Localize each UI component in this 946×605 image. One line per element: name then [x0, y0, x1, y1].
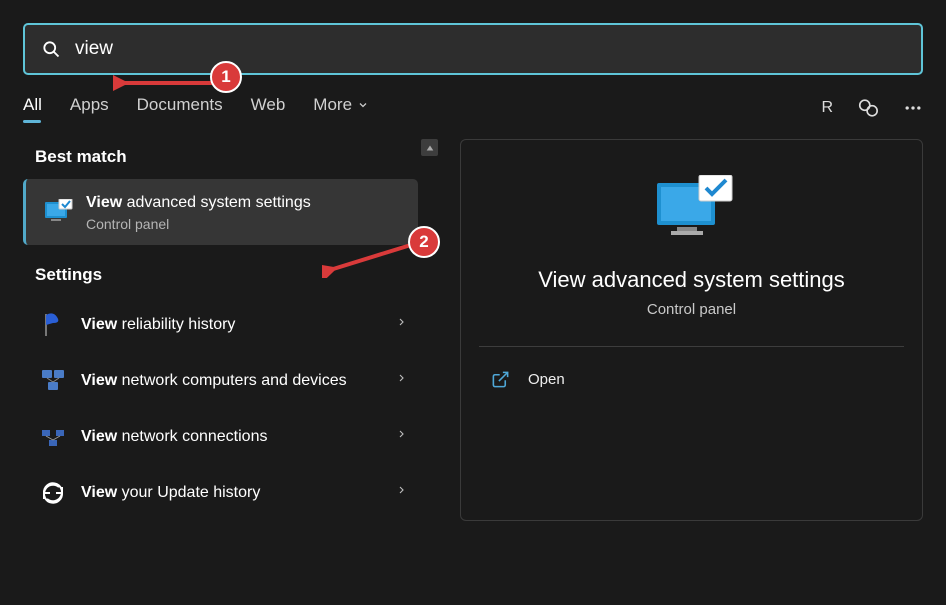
- connections-icon: [39, 423, 67, 451]
- preview-title: View advanced system settings: [481, 267, 902, 293]
- tab-more-label: More: [313, 95, 352, 115]
- chevron-right-icon: [397, 427, 406, 446]
- best-match-bold: View: [86, 194, 122, 211]
- results-column: Best match View advanced system settings…: [0, 139, 438, 521]
- settings-item-bold: View: [81, 428, 117, 445]
- user-avatar-letter[interactable]: R: [821, 99, 833, 117]
- network-icon: [39, 367, 67, 395]
- annotation-badge-1: 1: [210, 61, 242, 93]
- open-action[interactable]: Open: [481, 357, 902, 402]
- settings-item-bold: View: [81, 484, 117, 501]
- settings-item-network-devices[interactable]: View network computers and devices: [23, 353, 418, 409]
- main-content: Best match View advanced system settings…: [0, 139, 946, 521]
- preview-subtitle: Control panel: [481, 301, 902, 318]
- scroll-up-button[interactable]: [421, 139, 438, 156]
- settings-item-update-history[interactable]: View your Update history: [23, 465, 418, 521]
- settings-item-rest: network computers and devices: [117, 372, 346, 389]
- tab-all[interactable]: All: [23, 95, 42, 121]
- best-match-heading: Best match: [23, 139, 438, 179]
- tabs-row: All Apps Documents Web More R: [23, 95, 923, 121]
- search-bar[interactable]: [23, 23, 923, 75]
- update-icon: [39, 479, 67, 507]
- tab-more[interactable]: More: [313, 95, 369, 121]
- annotation-badge-2: 2: [408, 226, 440, 258]
- flag-icon: [39, 311, 67, 339]
- settings-item-reliability[interactable]: View reliability history: [23, 297, 418, 353]
- settings-item-network-connections[interactable]: View network connections: [23, 409, 418, 465]
- best-match-subtitle: Control panel: [86, 216, 406, 232]
- filter-tabs: All Apps Documents Web More: [23, 95, 369, 121]
- chevron-down-icon: [357, 99, 369, 111]
- settings-item-rest: network connections: [117, 428, 267, 445]
- chevron-right-icon: [397, 315, 406, 334]
- search-input[interactable]: [75, 38, 905, 60]
- open-action-label: Open: [528, 371, 565, 388]
- settings-item-rest: reliability history: [117, 316, 235, 333]
- open-external-icon: [491, 370, 510, 389]
- chevron-right-icon: [397, 371, 406, 390]
- divider: [479, 346, 904, 347]
- best-match-text: View advanced system settings Control pa…: [86, 192, 406, 232]
- best-match-rest: advanced system settings: [122, 194, 311, 211]
- control-panel-icon: [42, 196, 74, 228]
- settings-item-bold: View: [81, 316, 117, 333]
- preview-icon: [481, 175, 902, 245]
- tab-documents[interactable]: Documents: [137, 95, 223, 121]
- more-options-icon[interactable]: [903, 98, 923, 118]
- chevron-right-icon: [397, 483, 406, 502]
- tab-web[interactable]: Web: [251, 95, 286, 121]
- annotation-arrow-1: [113, 71, 223, 95]
- preview-panel: View advanced system settings Control pa…: [460, 139, 923, 521]
- search-icon: [41, 39, 61, 59]
- tab-apps[interactable]: Apps: [70, 95, 109, 121]
- chat-icon[interactable]: [857, 97, 879, 119]
- annotation-arrow-2: [322, 238, 422, 278]
- settings-item-rest: your Update history: [117, 484, 260, 501]
- settings-item-bold: View: [81, 372, 117, 389]
- best-match-result[interactable]: View advanced system settings Control pa…: [23, 179, 418, 245]
- top-right-controls: R: [821, 97, 923, 119]
